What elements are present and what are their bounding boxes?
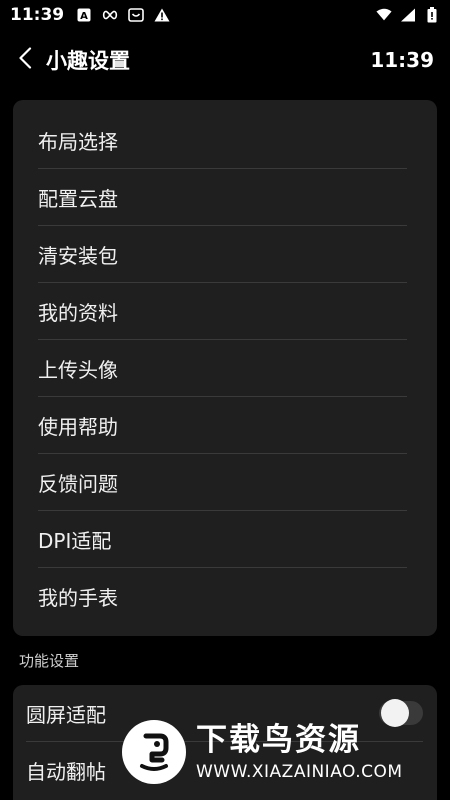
watermark-title: 下载鸟资源 <box>196 722 361 758</box>
infinity-icon <box>102 7 118 23</box>
menu-item-my-profile[interactable]: 我的资料 <box>38 283 407 340</box>
a-notification-icon: A <box>76 7 92 23</box>
status-icons-left: A <box>76 7 170 23</box>
menu-item-help[interactable]: 使用帮助 <box>38 397 407 454</box>
watermark-logo-icon <box>122 720 186 784</box>
section-label-function-settings: 功能设置 <box>19 652 80 670</box>
status-icons-right <box>376 7 440 23</box>
setting-label-round-screen: 圆屏适配 <box>26 702 106 727</box>
setting-label-auto-flip: 自动翻帖 <box>26 760 106 784</box>
status-bar: 11:39 A <box>0 0 450 30</box>
menu-item-layout-select[interactable]: 布局选择 <box>38 112 407 169</box>
settings-menu-card: 布局选择 配置云盘 清安装包 我的资料 上传头像 使用帮助 反馈问题 DPI适配… <box>13 100 437 636</box>
chevron-left-icon <box>18 47 32 73</box>
menu-item-my-watch[interactable]: 我的手表 <box>38 568 407 625</box>
back-button[interactable] <box>18 42 44 78</box>
svg-text:A: A <box>80 11 88 22</box>
menu-item-cloud-config[interactable]: 配置云盘 <box>38 169 407 226</box>
watermark-url: WWW.XIAZAINIAO.COM <box>196 762 403 782</box>
status-time: 11:39 <box>10 5 65 25</box>
watermark-text: 下载鸟资源 WWW.XIAZAINIAO.COM <box>196 722 403 782</box>
settings-screen: 11:39 A 小趣设置 11:39 布局选择 配置云盘 清安装包 我的资料 上… <box>0 0 450 800</box>
battery-icon <box>424 7 440 23</box>
menu-item-dpi-adapt[interactable]: DPI适配 <box>38 511 407 568</box>
wifi-icon <box>376 7 392 23</box>
menu-item-upload-avatar[interactable]: 上传头像 <box>38 340 407 397</box>
cellular-signal-icon <box>400 7 416 23</box>
menu-item-clear-packages[interactable]: 清安装包 <box>38 226 407 283</box>
app-header: 小趣设置 11:39 <box>0 38 450 82</box>
header-time: 11:39 <box>370 48 434 72</box>
menu-item-feedback[interactable]: 反馈问题 <box>38 454 407 511</box>
face-box-icon <box>128 7 144 23</box>
watermark: 下载鸟资源 WWW.XIAZAINIAO.COM <box>122 712 422 792</box>
warning-icon <box>154 7 170 23</box>
page-title: 小趣设置 <box>46 49 130 73</box>
